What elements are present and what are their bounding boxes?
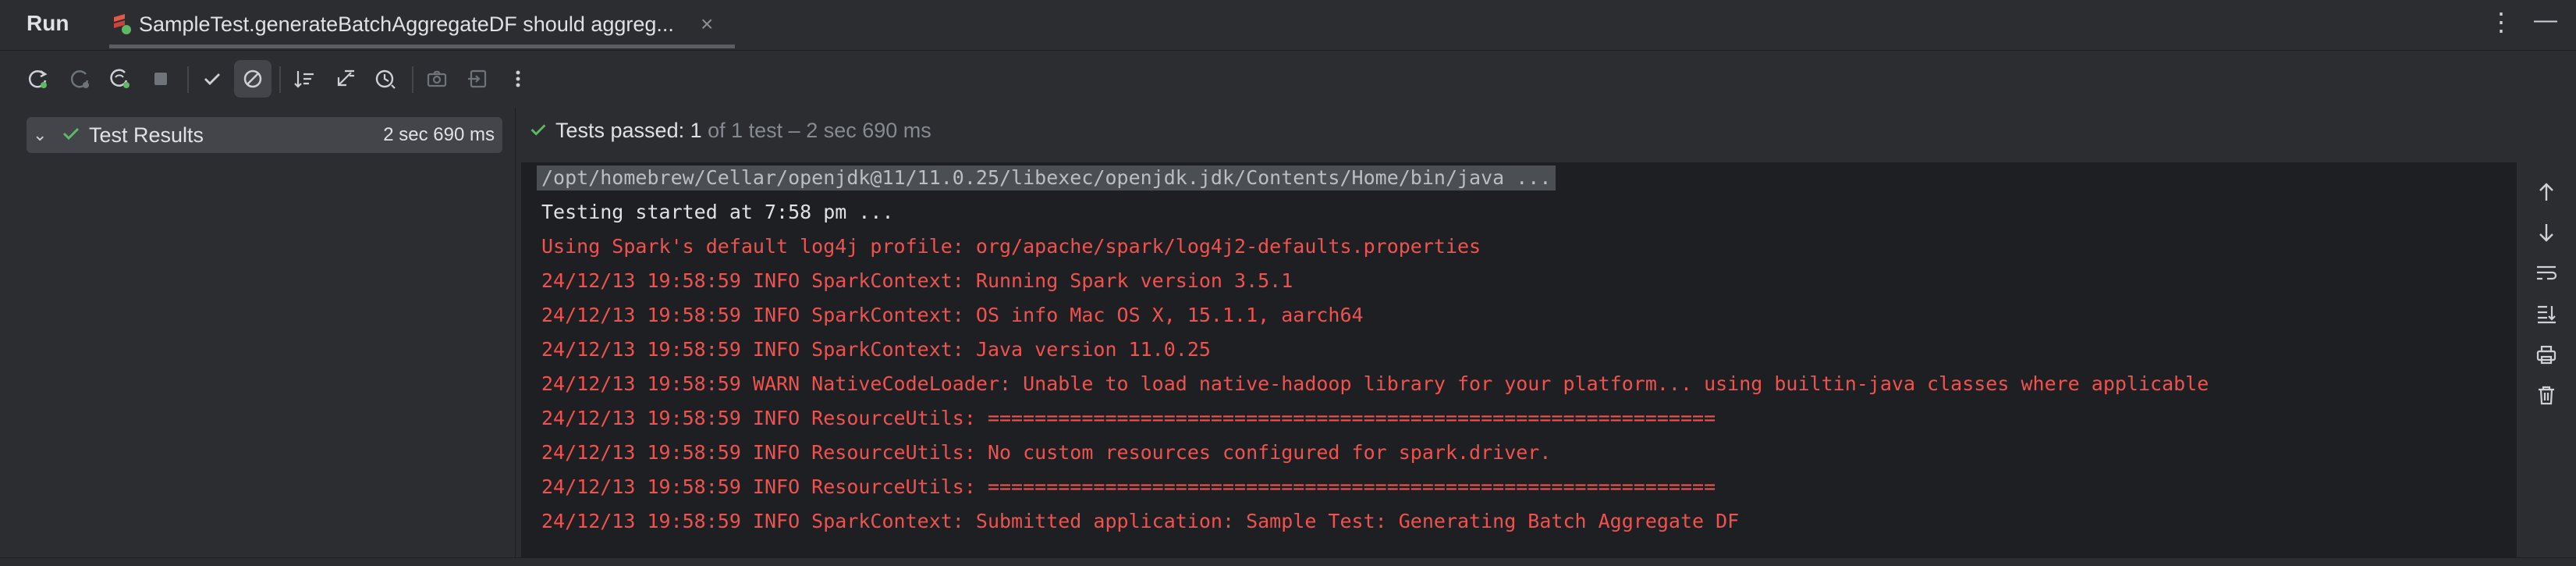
tree-item-label: Test Results: [89, 123, 204, 147]
screenshot-icon[interactable]: [421, 63, 452, 94]
tool-window-title[interactable]: Run: [27, 9, 69, 37]
console-line: Testing started at 7:58 pm ...: [541, 201, 894, 223]
chevron-down-icon[interactable]: ⌄: [33, 125, 47, 145]
console-line: 24/12/13 19:58:59 INFO SparkContext: Sub…: [541, 510, 1740, 532]
console-line: 24/12/13 19:58:59 INFO ResourceUtils: ==…: [541, 475, 1716, 498]
toolbar-separator: [412, 66, 413, 93]
tree-item-test-results[interactable]: ⌄ Test Results 2 sec 690 ms: [27, 117, 502, 153]
rerun-icon[interactable]: [22, 63, 53, 94]
export-icon[interactable]: [462, 63, 493, 94]
console-line: 24/12/13 19:58:59 INFO ResourceUtils: No…: [541, 441, 1552, 464]
console-command-line[interactable]: /opt/homebrew/Cellar/openjdk@11/11.0.25/…: [537, 166, 1556, 190]
toolbar-separator: [187, 66, 189, 93]
console-output[interactable]: /opt/homebrew/Cellar/openjdk@11/11.0.25/…: [521, 162, 2517, 565]
close-icon[interactable]: ×: [701, 11, 713, 37]
minimize-icon[interactable]: —: [2534, 6, 2557, 34]
panel-bottom-border: [0, 557, 2576, 566]
tests-status-detail: of 1 test – 2 sec 690 ms: [701, 119, 931, 142]
console-line: 24/12/13 19:58:59 INFO SparkContext: OS …: [541, 304, 1364, 326]
tests-passed-icon: [527, 119, 549, 144]
run-config-tab[interactable]: SampleTest.generateBatchAggregateDF shou…: [109, 0, 735, 50]
soft-wrap-icon[interactable]: [2531, 258, 2562, 289]
scroll-up-icon[interactable]: [2531, 176, 2562, 208]
tests-status-text: Tests passed: 1 of 1 test – 2 sec 690 ms: [555, 117, 931, 144]
more-icon[interactable]: [502, 63, 534, 94]
scroll-down-icon[interactable]: [2531, 217, 2562, 248]
test-tree-panel: [0, 108, 516, 565]
rerun-automatically-icon[interactable]: [105, 63, 136, 94]
console-line: Using Spark's default log4j profile: org…: [541, 235, 1481, 258]
clear-all-icon[interactable]: [2531, 379, 2562, 411]
console-line: 24/12/13 19:58:59 INFO SparkContext: Jav…: [541, 338, 1211, 361]
console-line: 24/12/13 19:58:59 WARN NativeCodeLoader:…: [541, 372, 2209, 395]
console-side-toolbar: [2517, 162, 2576, 565]
scala-test-icon: [109, 12, 133, 36]
toolbar-separator: [279, 66, 281, 93]
tests-passed-count: 1: [684, 119, 702, 142]
more-options-icon[interactable]: ⋮: [2489, 8, 2514, 36]
tree-item-duration: 2 sec 690 ms: [383, 124, 495, 145]
sort-by-duration-icon[interactable]: [329, 63, 360, 94]
show-passed-icon[interactable]: [197, 63, 228, 94]
print-icon[interactable]: [2531, 339, 2562, 370]
history-icon[interactable]: [370, 63, 401, 94]
sort-alphabetically-icon[interactable]: [289, 63, 320, 94]
stop-icon[interactable]: [145, 63, 176, 94]
rerun-failed-icon[interactable]: [64, 63, 95, 94]
scroll-to-end-icon[interactable]: [2531, 298, 2562, 329]
active-tab-indicator: [109, 44, 735, 48]
console-line: 24/12/13 19:58:59 INFO ResourceUtils: ==…: [541, 407, 1716, 429]
test-passed-icon: [59, 122, 83, 149]
show-ignored-icon[interactable]: [234, 60, 271, 98]
tests-passed-label: Tests passed:: [555, 119, 685, 142]
run-toolbar: [0, 51, 2576, 107]
run-config-tab-label: SampleTest.generateBatchAggregateDF shou…: [139, 12, 674, 36]
console-line: 24/12/13 19:58:59 INFO SparkContext: Run…: [541, 269, 1293, 292]
